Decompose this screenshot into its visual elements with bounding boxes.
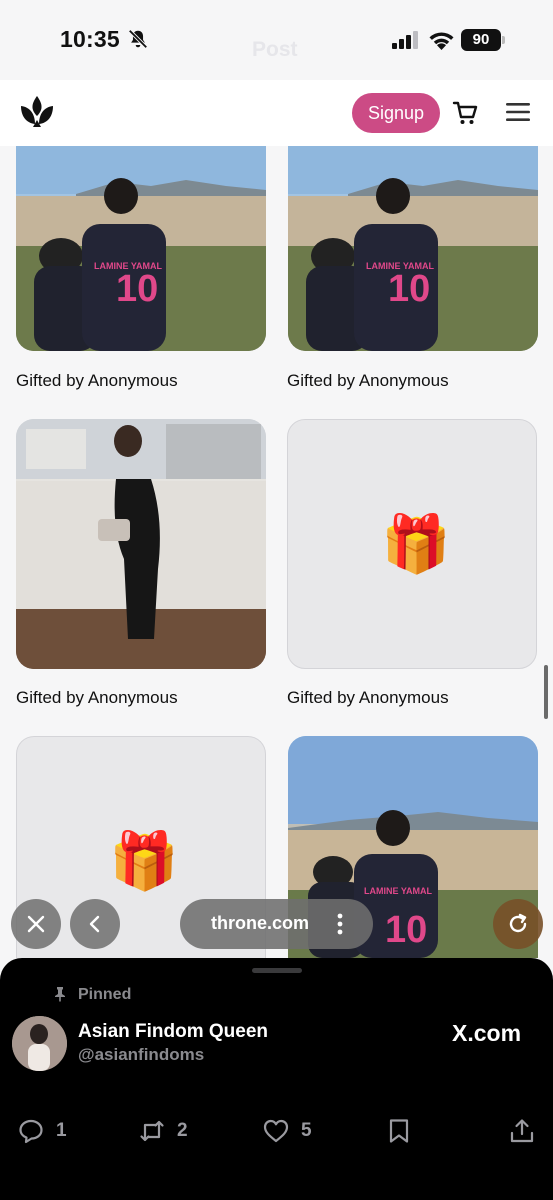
reload-icon xyxy=(509,913,527,933)
reply-count: 1 xyxy=(56,1120,67,1141)
gift-icon: 🎁 xyxy=(109,829,179,892)
address-url: throne.com xyxy=(211,913,310,933)
jersey-name: LAMINE YAMAL xyxy=(366,261,435,271)
jersey-number: 10 xyxy=(388,268,430,310)
post-actions: 1 2 5 xyxy=(0,1116,553,1146)
card-caption: Gifted by Anonymous xyxy=(287,371,449,390)
like-icon xyxy=(263,1119,289,1143)
status-time: 10:35 xyxy=(60,26,120,52)
card-caption: Gifted by Anonymous xyxy=(287,688,449,707)
jersey-name: LAMINE YAMAL xyxy=(364,886,433,896)
jersey-name: LAMINE YAMAL xyxy=(94,261,163,271)
reply-icon xyxy=(19,1119,43,1144)
pinned-label: Pinned xyxy=(78,986,132,1003)
repost-button[interactable]: 2 xyxy=(139,1116,199,1146)
reply-button[interactable]: 1 xyxy=(18,1116,78,1146)
photo-balcony-image xyxy=(16,419,266,669)
bookmark-button[interactable] xyxy=(386,1116,416,1146)
gift-icon: 🎁 xyxy=(381,512,451,575)
browser-address-bar[interactable]: throne.com xyxy=(180,899,373,949)
like-count: 5 xyxy=(301,1120,312,1141)
signal-icon xyxy=(392,31,418,49)
photo-couple-image: 10 LAMINE YAMAL xyxy=(16,146,266,351)
post-sheet: Pinned Asian Findom Queen @asianfindoms … xyxy=(0,958,553,1200)
jersey-number: 10 xyxy=(116,268,158,310)
faded-page-title: Post xyxy=(252,38,298,61)
repost-icon xyxy=(140,1120,164,1142)
page-scrollbar[interactable] xyxy=(544,665,548,719)
card-caption: Gifted by Anonymous xyxy=(16,371,178,390)
more-icon[interactable] xyxy=(337,913,343,935)
battery-icon: 90 xyxy=(461,29,501,51)
account-name[interactable]: Asian Findom Queen xyxy=(78,1021,268,1043)
card-caption: Gifted by Anonymous xyxy=(16,688,178,707)
cart-icon[interactable] xyxy=(452,100,478,126)
gift-photo-balcony[interactable] xyxy=(16,419,266,669)
signup-button[interactable]: Signup xyxy=(352,93,440,133)
battery-tip xyxy=(502,36,505,44)
gift-photo-couple[interactable]: 10 LAMINE YAMAL xyxy=(16,146,266,351)
menu-icon[interactable] xyxy=(506,101,530,123)
pin-icon xyxy=(55,987,65,1002)
bell-slash-icon xyxy=(128,29,148,49)
back-icon xyxy=(89,915,100,933)
gift-photo-couple[interactable]: 10 LAMINE YAMAL xyxy=(288,146,538,351)
share-icon xyxy=(510,1119,534,1143)
close-icon xyxy=(27,915,45,933)
gift-placeholder-tile[interactable]: 🎁 xyxy=(287,419,537,669)
wifi-icon xyxy=(429,32,454,50)
account-handle[interactable]: @asianfindoms xyxy=(78,1045,204,1065)
close-tab-button[interactable] xyxy=(11,899,61,949)
crown-logo-icon[interactable] xyxy=(18,94,56,128)
share-button[interactable] xyxy=(509,1116,539,1146)
avatar-image xyxy=(12,1016,67,1071)
reload-button[interactable] xyxy=(493,899,543,949)
app-header: Signup xyxy=(0,80,553,146)
avatar[interactable] xyxy=(12,1016,67,1071)
bookmark-icon xyxy=(389,1119,409,1143)
photo-couple-image: 10 LAMINE YAMAL xyxy=(288,146,538,351)
repost-count: 2 xyxy=(177,1120,188,1141)
source-link[interactable]: X.com xyxy=(452,1020,521,1047)
status-bar: 10:35 Post 90 xyxy=(0,0,553,80)
like-button[interactable]: 5 xyxy=(263,1116,323,1146)
back-button[interactable] xyxy=(70,899,120,949)
jersey-number: 10 xyxy=(385,909,427,951)
sheet-grabber[interactable] xyxy=(252,968,302,973)
